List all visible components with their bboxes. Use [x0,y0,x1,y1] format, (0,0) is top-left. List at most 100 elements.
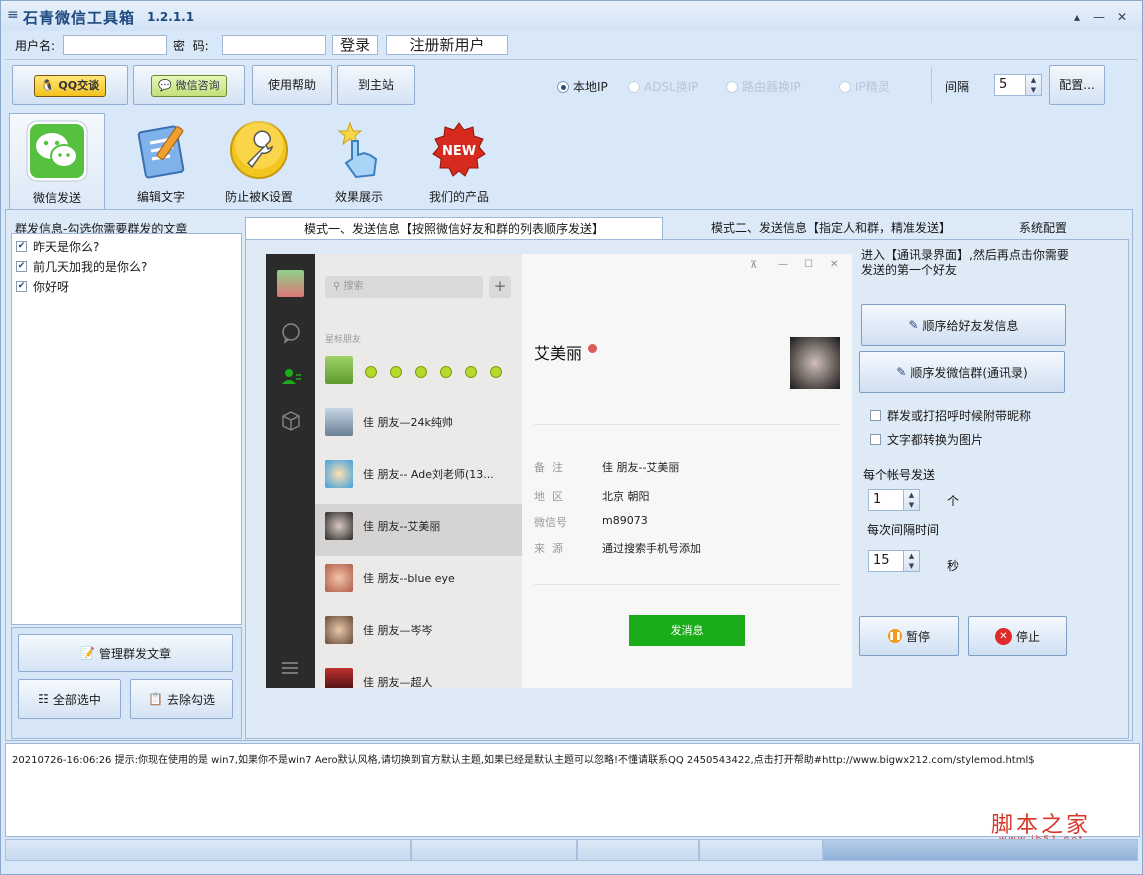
list-item[interactable]: ✔ 前几天加我的是你么? [16,256,237,276]
tab-mode-two[interactable]: 模式二、发送信息【指定人和群，精准发送】 [701,217,961,239]
list-item[interactable]: 佳 朋友-- Ade刘老师(13... [315,452,522,504]
window-menu-icon[interactable]: ≡ [7,7,19,23]
checkbox-icon[interactable] [870,433,881,445]
profile-avatar [790,337,840,389]
pause-label: 暂停 [905,629,930,644]
tab-wechat-send[interactable]: 微信发送 [9,113,105,209]
wechat-small-icon: 💬 微信咨询 [151,75,227,97]
chat-bubble-icon [282,323,300,344]
field-source-label: 来 源 [534,542,563,555]
contact-name: 佳 朋友-- Ade刘老师(13... [363,468,494,481]
spinner-arrows-icon[interactable]: ▲ ▼ [1025,75,1041,95]
send-friends-button[interactable]: ✎ 顺序给好友发信息 [861,304,1066,346]
search-input[interactable]: ⚲ 搜索 [325,276,483,298]
cube-icon [282,411,300,431]
tab-wechat-send-label: 微信发送 [32,191,81,205]
radio-dot [628,80,640,93]
tab-our-products-label: 我们的产品 [428,190,489,204]
send-friends-label: 顺序给好友发信息 [922,318,1019,333]
list-item[interactable]: 佳 朋友—超人 [315,660,522,688]
spinner-arrows-icon[interactable]: ▲ ▼ [903,490,919,510]
send-message-button[interactable]: 发消息 [629,615,745,646]
tab-anti-kick[interactable]: 防止被K设置 [211,113,307,209]
pin-icon[interactable]: ⊼ [750,260,757,271]
spinner-arrows-icon[interactable]: ▲ ▼ [903,551,919,571]
wechat-preview-image: ⚲ 搜索 + 星标朋友 佳 朋友—24k纯帅 佳 朋友-- Ade刘老师(13.… [266,254,852,688]
wechat-consult-label: 微信咨询 [175,79,220,92]
qq-chat-button[interactable]: 🐧 QQ交谈 [12,65,128,105]
maximize-icon[interactable]: ☐ [804,259,813,270]
select-all-button[interactable]: ☷ 全部选中 [18,679,121,719]
article-list: ✔ 昨天是你么? ✔ 前几天加我的是你么? ✔ 你好呀 [11,233,242,625]
list-item[interactable] [315,348,522,400]
tab-mode-one[interactable]: 模式一、发送信息【按照微信好友和群的列表顺序发送】 [245,217,663,239]
tab-system-config[interactable]: 系统配置 [1001,217,1085,239]
send-groups-button[interactable]: ✎ 顺序发微信群(通讯录) [859,351,1065,393]
ip-sprite-radio[interactable]: IP精灵 [839,78,890,95]
ip-adsl-radio[interactable]: ADSL换IP [628,78,699,95]
list-item[interactable]: 佳 朋友—24k纯帅 [315,400,522,452]
app-title: 石青微信工具箱 [23,9,136,27]
wechat-contact-list: ⚲ 搜索 + 星标朋友 佳 朋友—24k纯帅 佳 朋友-- Ade刘老师(13.… [315,254,522,688]
wechat-consult-button[interactable]: 💬 微信咨询 [133,65,245,105]
minimize-icon[interactable]: — [778,259,788,270]
checkbox-checked-icon[interactable]: ✔ [16,280,27,292]
contact-name: 佳 朋友—超人 [363,676,433,688]
avatar [325,616,353,644]
password-input[interactable] [222,35,326,55]
interval-spinner[interactable]: 5 ▲ ▼ [994,74,1042,96]
tab-our-products[interactable]: NEW 我们的产品 [411,113,507,209]
tab-edit-text[interactable]: 编辑文字 [113,113,209,209]
list-item[interactable]: 佳 朋友—岑岑 [315,608,522,660]
gender-female-icon [588,344,597,353]
username-input[interactable] [63,35,167,55]
field-wechat-id-value: m89073 [602,514,648,527]
per-account-spinner[interactable]: 1 ▲ ▼ [868,489,920,511]
radio-dot [557,80,569,93]
checkbox-checked-icon[interactable]: ✔ [16,240,27,252]
manage-articles-button[interactable]: 📝 管理群发文章 [18,634,233,672]
log-line: 20210726-16:06:26 提示:你现在使用的是 win7,如果你不是w… [12,755,1035,766]
interval-time-unit: 秒 [947,559,960,573]
option-nickname-label: 群发或打招呼时候附带昵称 [887,408,1032,423]
stop-button[interactable]: ✕ 停止 [968,616,1067,656]
list-item[interactable]: 佳 朋友--艾美丽 [315,504,522,556]
minimize-icon[interactable]: — [1091,9,1107,25]
ip-local-radio[interactable]: 本地IP [557,78,608,95]
register-button[interactable]: 注册新用户 [386,35,508,55]
option-image-checkbox[interactable]: 文字都转换为图片 [870,429,983,449]
list-item[interactable]: ✔ 你好呀 [16,276,237,296]
menu-icon [282,662,298,664]
article-title: 前几天加我的是你么? [33,259,148,274]
close-icon[interactable]: ✕ [830,259,838,270]
contact-name: 佳 朋友--艾美丽 [363,520,441,533]
field-remark-label: 备 注 [534,461,563,474]
list-item[interactable]: ✔ 昨天是你么? [16,236,237,256]
checkbox-checked-icon[interactable]: ✔ [16,260,27,272]
avatar [325,408,353,436]
help-button[interactable]: 使用帮助 [252,65,332,105]
option-nickname-checkbox[interactable]: 群发或打招呼时候附带昵称 [870,405,1031,425]
qq-chat-label: QQ交谈 [58,79,100,92]
checkbox-icon[interactable] [870,409,881,421]
login-button[interactable]: 登录 [332,35,378,55]
interval-label: 间隔 [945,80,970,94]
config-button[interactable]: 配置... [1049,65,1105,105]
ip-sprite-label: IP精灵 [855,80,890,94]
interval-value: 5 [999,77,1008,92]
interval-time-spinner[interactable]: 15 ▲ ▼ [868,550,920,572]
tab-effect-demo[interactable]: 效果展示 [311,113,407,209]
home-site-button[interactable]: 到主站 [337,65,415,105]
ip-router-radio[interactable]: 路由器换IP [726,78,801,95]
select-all-label: 全部选中 [52,692,101,707]
manage-icon: 📝 [80,646,95,660]
field-source-value: 通过搜索手机号添加 [602,542,701,555]
avatar [325,668,353,688]
collapse-icon[interactable]: ▴ [1069,9,1085,25]
close-icon[interactable]: ✕ [1114,9,1130,25]
pause-button[interactable]: ❚❚ 暂停 [859,616,959,656]
uncheck-all-label: 去除勾选 [166,692,215,707]
uncheck-all-button[interactable]: 📋 去除勾选 [130,679,233,719]
list-item[interactable]: 佳 朋友--blue eye [315,556,522,608]
add-contact-button[interactable]: + [489,276,511,298]
